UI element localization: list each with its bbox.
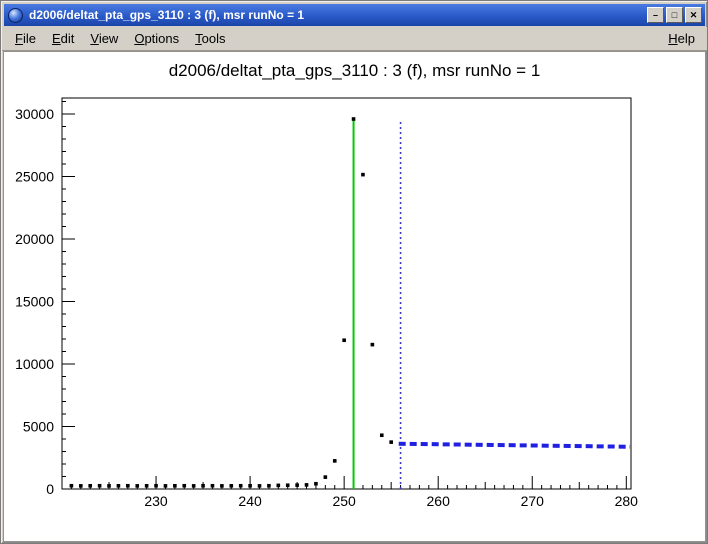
menu-tools[interactable]: Tools xyxy=(187,28,233,49)
y-tick-label: 20000 xyxy=(15,231,54,247)
data-point xyxy=(117,484,121,488)
data-point xyxy=(182,484,186,488)
data-point xyxy=(173,484,177,488)
y-tick-label: 25000 xyxy=(15,169,54,185)
close-button[interactable]: ✕ xyxy=(685,7,702,23)
data-point xyxy=(361,173,365,177)
plot-frame xyxy=(62,98,631,489)
y-tick-label: 5000 xyxy=(23,419,54,435)
y-tick-label: 10000 xyxy=(15,356,54,372)
minimize-button[interactable]: – xyxy=(647,7,664,23)
y-tick-label: 15000 xyxy=(15,294,54,310)
data-point xyxy=(371,343,375,347)
maximize-button[interactable]: □ xyxy=(666,7,683,23)
data-point xyxy=(342,338,346,342)
x-tick-label: 260 xyxy=(427,493,451,509)
menu-options[interactable]: Options xyxy=(126,28,187,49)
root-app-icon xyxy=(8,8,23,23)
data-point xyxy=(286,483,290,487)
data-point xyxy=(192,484,196,488)
data-point xyxy=(126,484,130,488)
data-point xyxy=(107,484,111,488)
data-point xyxy=(220,484,224,488)
data-point xyxy=(98,484,102,488)
titlebar[interactable]: d2006/deltat_pta_gps_3110 : 3 (f), msr r… xyxy=(4,4,705,26)
menu-view[interactable]: View xyxy=(82,28,126,49)
data-point xyxy=(154,484,158,488)
data-point xyxy=(258,484,262,488)
data-point xyxy=(229,484,233,488)
plot-area[interactable]: 230 240 250 260 270 280 0 5000 10000 15000 20000 25… xyxy=(4,52,705,541)
data-point xyxy=(277,484,281,488)
data-point xyxy=(305,483,309,487)
data-point xyxy=(352,117,356,121)
y-tick-label: 30000 xyxy=(15,106,54,122)
data-point xyxy=(201,484,205,488)
data-point xyxy=(324,475,328,479)
data-point xyxy=(88,484,92,488)
background-level-line xyxy=(399,444,630,447)
data-point xyxy=(239,484,243,488)
data-point xyxy=(248,484,252,488)
x-tick-label: 250 xyxy=(332,493,356,509)
data-point xyxy=(389,440,393,444)
data-point xyxy=(79,484,83,488)
data-point xyxy=(380,433,384,437)
menu-bar: File Edit View Options Tools Help xyxy=(2,27,708,51)
data-point xyxy=(333,459,337,463)
data-point xyxy=(267,484,271,488)
x-tick-label: 280 xyxy=(615,493,639,509)
data-point xyxy=(70,484,74,488)
data-point xyxy=(164,484,168,488)
window-title: d2006/deltat_pta_gps_3110 : 3 (f), msr r… xyxy=(29,8,647,22)
menu-file[interactable]: File xyxy=(7,28,44,49)
window-controls: – □ ✕ xyxy=(647,7,702,23)
menu-help[interactable]: Help xyxy=(660,28,703,49)
y-tick-label: 0 xyxy=(46,481,54,497)
menu-edit[interactable]: Edit xyxy=(44,28,82,49)
data-point xyxy=(314,482,318,486)
plot-canvas[interactable]: d2006/deltat_pta_gps_3110 : 3 (f), msr r… xyxy=(4,52,705,541)
data-point xyxy=(145,484,149,488)
x-tick-label: 240 xyxy=(238,493,262,509)
x-tick-label: 270 xyxy=(521,493,545,509)
x-tick-label: 230 xyxy=(144,493,168,509)
root-canvas-window: d2006/deltat_pta_gps_3110 : 3 (f), msr r… xyxy=(0,0,708,544)
data-point xyxy=(135,484,139,488)
data-point xyxy=(211,484,215,488)
data-point xyxy=(295,483,299,487)
